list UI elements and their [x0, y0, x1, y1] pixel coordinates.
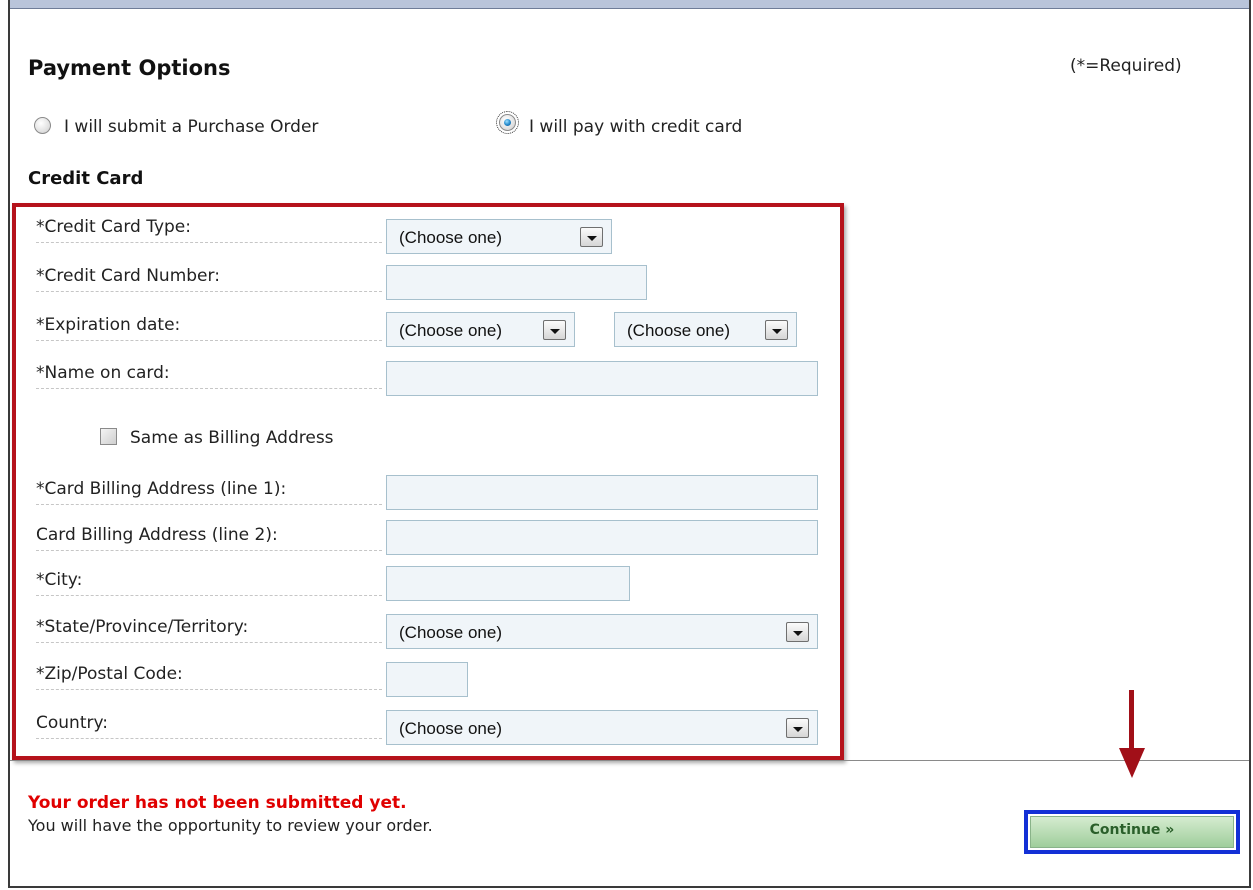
credit-card-option-label[interactable]: I will pay with credit card: [529, 117, 742, 137]
city-input[interactable]: [386, 566, 630, 601]
dropdown-arrow-icon[interactable]: [580, 227, 603, 247]
page-title: Payment Options: [28, 56, 231, 80]
address2-label: Card Billing Address (line 2):: [36, 525, 382, 551]
top-bar: [10, 0, 1249, 9]
expiration-month-value: (Choose one): [399, 321, 503, 340]
city-label: *City:: [36, 570, 382, 596]
dropdown-arrow-icon[interactable]: [543, 320, 566, 340]
purchase-order-label[interactable]: I will submit a Purchase Order: [64, 117, 318, 137]
card-number-label: *Credit Card Number:: [36, 266, 382, 292]
card-type-select[interactable]: (Choose one): [386, 219, 612, 254]
dropdown-arrow-icon[interactable]: [786, 622, 809, 642]
section-divider: [10, 760, 1249, 761]
card-type-label: *Credit Card Type:: [36, 217, 382, 243]
same-as-billing-checkbox-icon[interactable]: [100, 428, 117, 445]
address1-input[interactable]: [386, 475, 818, 510]
pointer-arrow-head-icon: [1119, 748, 1145, 778]
zip-input[interactable]: [386, 662, 468, 697]
address2-input[interactable]: [386, 520, 818, 555]
expiration-year-select[interactable]: (Choose one): [614, 312, 797, 347]
state-label: *State/Province/Territory:: [36, 617, 382, 643]
card-type-value: (Choose one): [399, 228, 503, 247]
same-as-billing-label[interactable]: Same as Billing Address: [130, 428, 334, 448]
purchase-order-radio-icon[interactable]: [34, 117, 51, 134]
address1-label: *Card Billing Address (line 1):: [36, 479, 382, 505]
expiration-month-select[interactable]: (Choose one): [386, 312, 575, 347]
country-value: (Choose one): [399, 719, 503, 738]
card-number-input[interactable]: [386, 265, 647, 300]
required-note: (*=Required): [1070, 56, 1182, 76]
payment-panel: Payment Options (*=Required) I will subm…: [8, 0, 1251, 888]
country-label: Country:: [36, 713, 382, 739]
name-on-card-input[interactable]: [386, 361, 818, 396]
credit-card-radio-icon[interactable]: [496, 111, 519, 134]
continue-button[interactable]: Continue »: [1030, 816, 1234, 848]
zip-label: *Zip/Postal Code:: [36, 664, 382, 690]
state-value: (Choose one): [399, 623, 503, 642]
order-not-submitted-warning: Your order has not been submitted yet.: [28, 793, 407, 813]
state-select[interactable]: (Choose one): [386, 614, 818, 649]
credit-card-heading: Credit Card: [28, 168, 144, 189]
review-order-note: You will have the opportunity to review …: [28, 816, 433, 835]
dropdown-arrow-icon[interactable]: [765, 320, 788, 340]
dropdown-arrow-icon[interactable]: [786, 718, 809, 738]
continue-highlight-box: Continue »: [1024, 810, 1240, 854]
country-select[interactable]: (Choose one): [386, 710, 818, 745]
name-on-card-label: *Name on card:: [36, 363, 382, 389]
pointer-arrow-icon: [1129, 690, 1134, 750]
expiration-year-value: (Choose one): [627, 321, 731, 340]
expiration-label: *Expiration date:: [36, 315, 382, 341]
